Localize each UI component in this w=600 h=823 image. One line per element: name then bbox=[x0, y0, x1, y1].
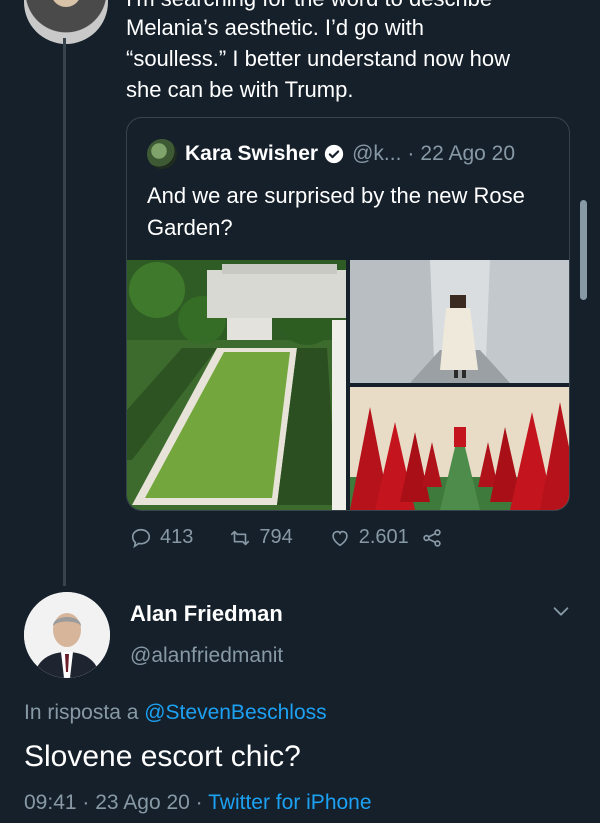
meta-separator: · bbox=[76, 791, 96, 814]
media-photo-red-trees[interactable] bbox=[350, 387, 569, 510]
reply-count: 413 bbox=[160, 526, 194, 548]
quoted-author-name[interactable]: Kara Swisher bbox=[185, 142, 318, 166]
retweet-count: 794 bbox=[259, 526, 293, 548]
share-button[interactable] bbox=[421, 527, 451, 549]
reply-context: In risposta a @StevenBeschloss bbox=[24, 701, 327, 725]
heart-icon bbox=[332, 530, 348, 546]
quoted-tweet-text: And we are surprised by the new Rose Gar… bbox=[147, 183, 525, 240]
reply-author-handle[interactable]: @alanfriedmanit bbox=[130, 644, 283, 668]
tweet-date[interactable]: 23 Ago 20 bbox=[95, 791, 190, 814]
quoted-tweet-header: Kara Swisher @k... · 22 Ago 20 bbox=[147, 139, 515, 169]
tweet-actions-bar: 413 794 2.601 bbox=[130, 526, 451, 549]
parent-tweet-line: she can be with Trump. bbox=[126, 77, 354, 102]
tweet-meta: 09:41 · 23 Ago 20 · Twitter for iPhone bbox=[24, 791, 372, 815]
share-icon bbox=[423, 528, 441, 547]
parent-tweet-line: “soulless.” I better understand now how bbox=[126, 46, 510, 71]
quoted-tweet-media[interactable] bbox=[127, 260, 569, 510]
scrollbar[interactable] bbox=[580, 200, 587, 300]
meta-separator: · bbox=[189, 791, 209, 814]
parent-author-avatar[interactable] bbox=[24, 0, 108, 44]
quoted-tweet-card[interactable]: Kara Swisher @k... · 22 Ago 20 And we ar… bbox=[126, 117, 570, 511]
reply-to-handle-link[interactable]: @StevenBeschloss bbox=[144, 701, 326, 724]
chevron-down-icon[interactable] bbox=[550, 600, 572, 622]
parent-tweet-line: Melania’s aesthetic. I’d go with bbox=[126, 15, 424, 40]
reply-author-avatar[interactable] bbox=[24, 592, 110, 678]
quoted-author-handle[interactable]: @k... bbox=[352, 142, 401, 166]
reply-prefix: In risposta a bbox=[24, 701, 145, 724]
retweet-button[interactable]: 794 bbox=[229, 526, 293, 549]
media-photo-rose-garden[interactable] bbox=[127, 260, 346, 510]
reply-tweet-text: Slovene escort chic? bbox=[24, 740, 301, 773]
reply-icon bbox=[131, 528, 151, 548]
reply-button[interactable]: 413 bbox=[130, 526, 193, 549]
retweet-icon bbox=[231, 530, 250, 545]
separator-dot: · bbox=[407, 142, 415, 165]
quoted-tweet-date[interactable]: 22 Ago 20 bbox=[420, 142, 515, 166]
quoted-author-avatar[interactable] bbox=[147, 139, 177, 169]
parent-tweet-cut-line: I'm searching for the word to describe bbox=[126, 0, 492, 12]
like-button[interactable]: 2.601 bbox=[329, 526, 409, 549]
thread-line bbox=[63, 38, 66, 586]
verified-badge-icon bbox=[324, 144, 344, 164]
tweet-time[interactable]: 09:41 bbox=[24, 791, 77, 814]
media-photo-white-hallway[interactable] bbox=[350, 260, 569, 383]
like-count: 2.601 bbox=[358, 526, 409, 548]
tweet-source-link[interactable]: Twitter for iPhone bbox=[208, 791, 371, 814]
parent-tweet-text: Melania’s aesthetic. I’d go with “soulle… bbox=[126, 12, 566, 105]
reply-author-name[interactable]: Alan Friedman bbox=[130, 601, 283, 627]
